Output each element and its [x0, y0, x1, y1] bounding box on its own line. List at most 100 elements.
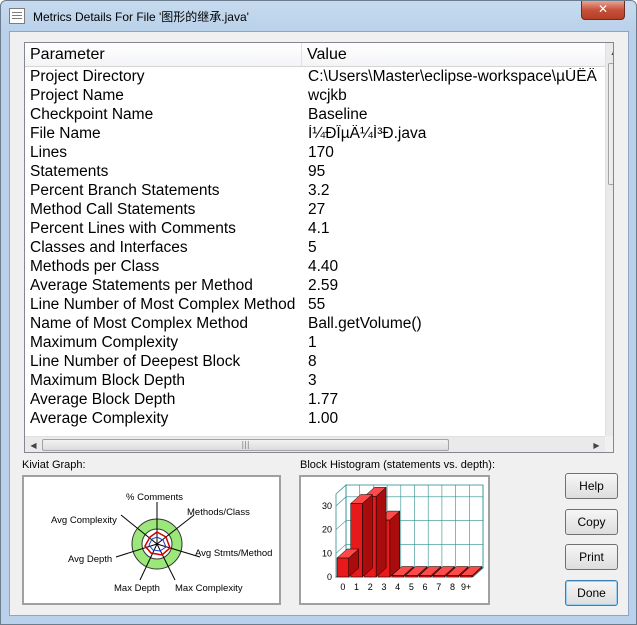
value-cell: Í¼ÐÎµÄ¼Ì³Ð.java: [308, 125, 427, 142]
histogram-bar: [432, 575, 445, 578]
parameter-cell: Classes and Interfaces: [30, 239, 188, 256]
table-header: Parameter Value: [25, 43, 605, 67]
scroll-up-arrow-icon[interactable]: ▲: [606, 43, 613, 60]
histogram-x-tick-label: 5: [409, 582, 414, 592]
column-header-value[interactable]: Value: [302, 43, 605, 66]
parameter-cell: Statements: [30, 163, 109, 180]
parameter-cell: Percent Lines with Comments: [30, 220, 236, 237]
table-row[interactable]: Checkpoint Name Baseline: [25, 105, 605, 124]
table-row[interactable]: Lines 170: [25, 143, 605, 162]
value-cell: 8: [308, 353, 317, 370]
histogram-x-tick-label: 0: [340, 582, 345, 592]
value-cell: 2.59: [308, 277, 339, 294]
table-row[interactable]: Name of Most Complex Method Ball.getVolum…: [25, 314, 605, 333]
table-row[interactable]: Average Statements per Method 2.59: [25, 276, 605, 295]
vertical-scrollbar[interactable]: ▲: [605, 43, 613, 436]
parameter-cell: Methods per Class: [30, 258, 160, 275]
histogram-bar: [405, 575, 418, 578]
table-row[interactable]: Statements 95: [25, 162, 605, 181]
parameter-cell: File Name: [30, 125, 101, 142]
block-histogram-panel: 0 10 20 30 0 1 2 3 4 5 6 7 8 9+: [299, 475, 490, 605]
table-row[interactable]: Project Name wcjkb: [25, 86, 605, 105]
table-row[interactable]: Project Directory C:\Users\Master\eclipse…: [25, 67, 605, 86]
scroll-right-arrow-icon[interactable]: ▶: [588, 437, 605, 452]
table-row[interactable]: Classes and Interfaces 5: [25, 238, 605, 257]
histogram-bar-side: [389, 510, 401, 578]
histogram-x-tick-label: 3: [381, 582, 386, 592]
value-cell: 4.1: [308, 220, 330, 237]
histogram-y-tick-label: 0: [327, 572, 332, 582]
print-button[interactable]: Print: [565, 544, 618, 570]
value-cell: C:\Users\Master\eclipse-workspace\µÚËÄ: [308, 68, 597, 85]
parameter-cell: Average Block Depth: [30, 391, 176, 408]
value-cell: 170: [308, 144, 334, 161]
table-row[interactable]: Line Number of Most Complex Method 55: [25, 295, 605, 314]
table-row[interactable]: Maximum Block Depth 3: [25, 371, 605, 390]
table-row[interactable]: Maximum Complexity 1: [25, 333, 605, 352]
table-row[interactable]: File Name Í¼ÐÎµÄ¼Ì³Ð.java: [25, 124, 605, 143]
histogram-bar: [418, 575, 432, 578]
value-cell: 5: [308, 239, 317, 256]
column-header-parameter[interactable]: Parameter: [25, 43, 302, 66]
parameter-cell: Average Complexity: [30, 410, 169, 427]
histogram-bar: [391, 575, 404, 578]
scroll-left-arrow-icon[interactable]: ◀: [25, 437, 42, 452]
parameter-cell: Name of Most Complex Method: [30, 315, 248, 332]
value-cell: Ball.getVolume(): [308, 315, 422, 332]
histogram-x-tick-label: 8: [450, 582, 455, 592]
kiviat-axis-max-complexity: Max Complexity: [175, 583, 243, 594]
table-rows: Project Directory C:\Users\Master\eclipse…: [25, 67, 605, 428]
value-cell: 1.00: [308, 410, 339, 427]
table-row[interactable]: Methods per Class 4.40: [25, 257, 605, 276]
value-cell: 27: [308, 201, 326, 218]
kiviat-graph-label: Kiviat Graph:: [22, 459, 86, 471]
kiviat-axis-comments: % Comments: [126, 492, 183, 503]
vertical-scroll-thumb[interactable]: [608, 63, 613, 185]
kiviat-axis-methods-per-class: Methods/Class: [187, 507, 250, 518]
parameter-cell: Method Call Statements: [30, 201, 196, 218]
kiviat-axis-avg-stmts-per-method: Avg Stmts/Method: [195, 548, 272, 559]
table-row[interactable]: Average Complexity 1.00: [25, 409, 605, 428]
parameter-cell: Project Directory: [30, 68, 145, 85]
value-cell: 4.40: [308, 258, 339, 275]
parameter-cell: Lines: [30, 144, 68, 161]
horizontal-scroll-thumb[interactable]: |||: [42, 439, 449, 451]
block-histogram-label: Block Histogram (statements vs. depth):: [300, 459, 496, 471]
done-button[interactable]: Done: [565, 580, 618, 606]
value-cell: Baseline: [308, 106, 368, 123]
close-button[interactable]: ✕: [581, 1, 625, 20]
value-cell: 1.77: [308, 391, 339, 408]
kiviat-axis-avg-depth: Avg Depth: [68, 554, 112, 565]
histogram-y-tick-label: 30: [322, 501, 332, 511]
copy-button[interactable]: Copy: [565, 509, 618, 535]
value-cell: 1: [308, 334, 317, 351]
histogram-x-tick-label: 6: [423, 582, 428, 592]
kiviat-axis-avg-complexity: Avg Complexity: [51, 515, 117, 526]
table-row[interactable]: Average Block Depth 1.77: [25, 390, 605, 409]
table-row[interactable]: Method Call Statements 27: [25, 200, 605, 219]
parameter-cell: Average Statements per Method: [30, 277, 253, 294]
histogram-bar-side: [375, 486, 387, 578]
title-bar[interactable]: Metrics Details For File '图形的继承.java' ✕: [1, 1, 636, 31]
value-cell: 3: [308, 372, 317, 389]
help-button[interactable]: Help: [565, 473, 618, 499]
kiviat-graph: % Comments Methods/Class Avg Stmts/Metho…: [51, 492, 272, 594]
histogram-bar: [336, 557, 349, 578]
block-histogram: 01020300 1 2 3 4 5 6 7 8 9+: [322, 484, 485, 592]
window-title: Metrics Details For File '图形的继承.java': [33, 10, 249, 24]
histogram-x-tick-label: 1: [354, 582, 359, 592]
horizontal-scrollbar[interactable]: ◀ ||| ▶: [25, 436, 605, 452]
value-cell: 3.2: [308, 182, 330, 199]
parameter-cell: Checkpoint Name: [30, 106, 154, 123]
parameter-cell: Line Number of Most Complex Method: [30, 296, 296, 313]
table-row[interactable]: Percent Lines with Comments 4.1: [25, 219, 605, 238]
app-icon: [9, 8, 25, 24]
histogram-x-tick-label: 7: [436, 582, 441, 592]
table-row[interactable]: Line Number of Deepest Block 8: [25, 352, 605, 371]
histogram-x-tick-label: 9+: [461, 582, 471, 592]
histogram-bar: [446, 575, 459, 578]
value-cell: 55: [308, 296, 326, 313]
table-row[interactable]: Percent Branch Statements 3.2: [25, 181, 605, 200]
parameter-cell: Project Name: [30, 87, 124, 104]
value-cell: 95: [308, 163, 326, 180]
